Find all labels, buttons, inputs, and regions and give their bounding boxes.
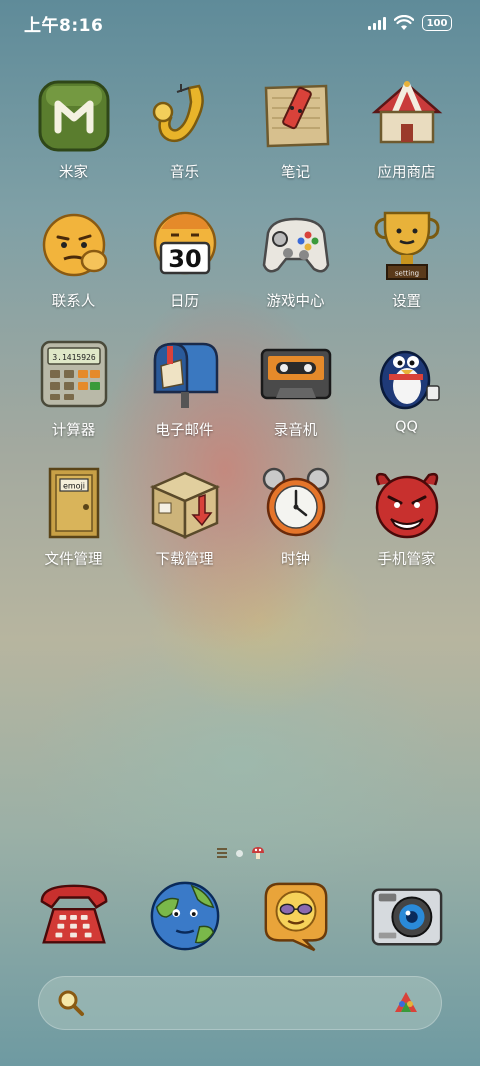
app-label: 录音机 [273, 423, 318, 439]
gamepad-icon [258, 207, 334, 283]
dock-messages[interactable] [240, 878, 351, 954]
app-calculator[interactable]: 3.1415926 计算器 [18, 336, 129, 444]
battery-icon: 100 [422, 15, 452, 31]
camera-icon [369, 878, 445, 954]
calendar-day: 30 [168, 245, 201, 273]
sunglasses-chat-icon [258, 878, 334, 954]
door-icon: emoji [36, 465, 112, 541]
calculator-display: 3.1415926 [52, 353, 96, 362]
earth-icon [147, 878, 223, 954]
pencil-note-icon [258, 78, 334, 154]
app-phone-manager[interactable]: 手机管家 [351, 465, 462, 573]
dock-phone[interactable] [18, 878, 129, 954]
app-file-manager[interactable]: emoji 文件管理 [18, 465, 129, 573]
circus-tent-icon [369, 78, 445, 154]
saxophone-icon [147, 78, 223, 154]
app-download-manager[interactable]: 下载管理 [129, 465, 240, 573]
status-time: 上午8:16 [24, 15, 104, 36]
app-calendar[interactable]: 30 日历 [129, 207, 240, 315]
trophy-icon: setting [369, 207, 445, 283]
app-label: 手机管家 [377, 552, 436, 568]
mailbox-icon [147, 336, 223, 412]
app-label: 电子邮件 [155, 423, 214, 439]
dock [18, 878, 462, 954]
app-store[interactable]: 应用商店 [351, 78, 462, 186]
status-bar: 上午8:16 100 [0, 0, 480, 46]
app-label: 游戏中心 [266, 294, 325, 310]
app-label: QQ [395, 419, 418, 435]
app-qq[interactable]: QQ [351, 336, 462, 444]
app-grid: 米家 音乐 笔记 应用商店 联系人 30 日历 游戏中心 setting 设置 … [18, 78, 462, 573]
thinking-face-icon [36, 207, 112, 283]
app-music[interactable]: 音乐 [129, 78, 240, 186]
box-icon [147, 465, 223, 541]
penguin-icon [369, 336, 445, 412]
app-label: 音乐 [170, 165, 199, 181]
app-email[interactable]: 电子邮件 [129, 336, 240, 444]
app-label: 时钟 [281, 552, 310, 568]
mushroom-icon [251, 847, 264, 859]
app-mijia[interactable]: 米家 [18, 78, 129, 186]
assistant-icon[interactable] [393, 990, 419, 1016]
app-label: 下载管理 [155, 552, 214, 568]
app-game-center[interactable]: 游戏中心 [240, 207, 351, 315]
menu-lines-icon [216, 848, 227, 858]
calculator-icon: 3.1415926 [36, 336, 112, 412]
app-label: 应用商店 [377, 165, 436, 181]
alarm-clock-icon [258, 465, 334, 541]
mijia-icon [36, 78, 112, 154]
devil-face-icon [369, 465, 445, 541]
dock-camera[interactable] [351, 878, 462, 954]
app-label: 联系人 [51, 294, 96, 310]
app-label: 日历 [170, 294, 199, 310]
magnifier-icon [58, 990, 84, 1016]
page-indicator[interactable] [0, 846, 480, 860]
app-settings[interactable]: setting 设置 [351, 207, 462, 315]
app-contacts[interactable]: 联系人 [18, 207, 129, 315]
dock-browser[interactable] [129, 878, 240, 954]
door-sign-text: emoji [62, 482, 84, 491]
status-icons: 100 [368, 15, 452, 31]
search-bar[interactable] [38, 976, 442, 1030]
cassette-icon [258, 336, 334, 412]
telephone-icon [36, 878, 112, 954]
trophy-plate-text: setting [394, 270, 418, 278]
wifi-icon [394, 15, 414, 30]
signal-icon [368, 16, 386, 30]
page-dot [235, 849, 243, 857]
app-clock[interactable]: 时钟 [240, 465, 351, 573]
app-recorder[interactable]: 录音机 [240, 336, 351, 444]
app-label: 计算器 [51, 423, 96, 439]
calendar-face-icon: 30 [147, 207, 223, 283]
app-notes[interactable]: 笔记 [240, 78, 351, 186]
app-label: 米家 [59, 165, 88, 181]
app-label: 文件管理 [44, 552, 103, 568]
app-label: 设置 [392, 294, 421, 310]
app-label: 笔记 [281, 165, 310, 181]
